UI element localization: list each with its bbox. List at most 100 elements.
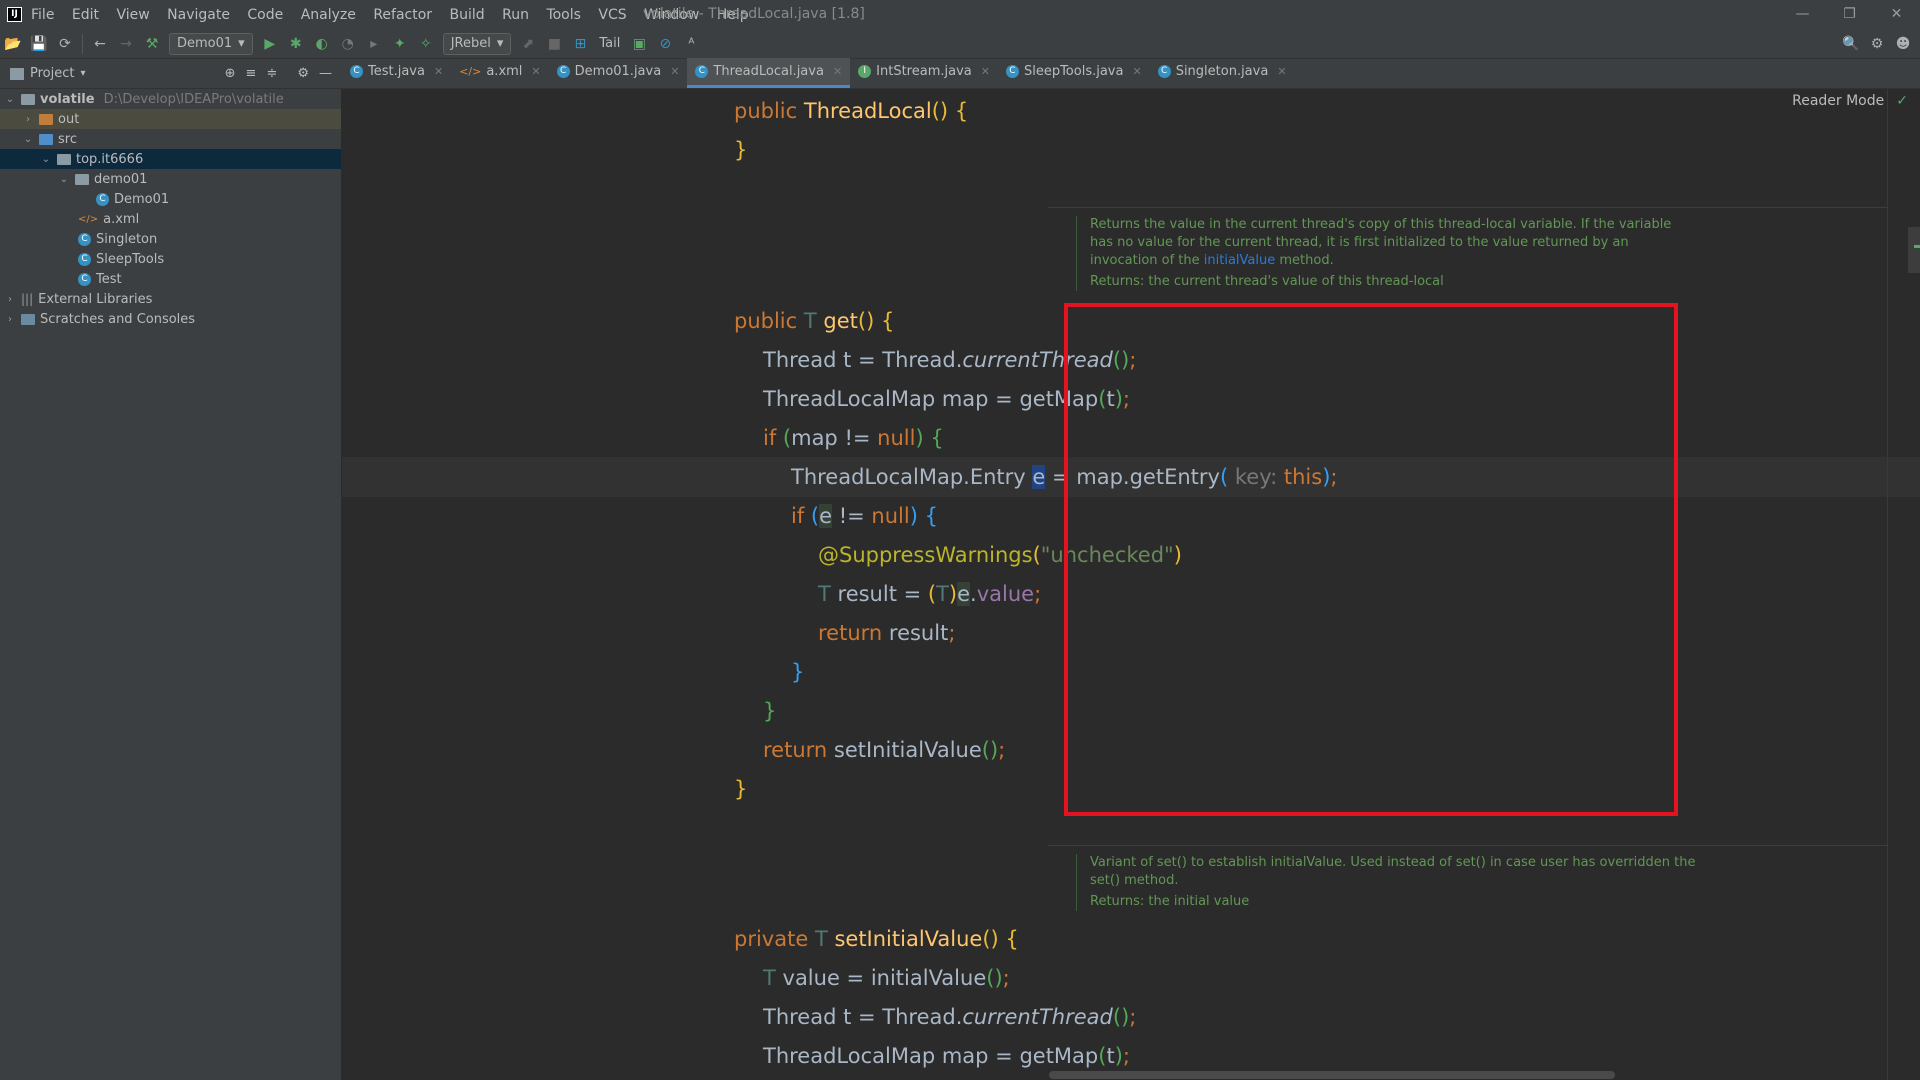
run-icon[interactable]: ▶ (259, 33, 281, 55)
tree-item-volatile[interactable]: ⌄ volatile D:\Develop\IDEAPro\volatile (0, 89, 341, 109)
chevron-right-icon[interactable]: › (4, 314, 16, 325)
back-icon[interactable]: ← (89, 33, 111, 55)
vertical-scrollbar[interactable] (1908, 227, 1920, 273)
menu-run[interactable]: Run (502, 7, 529, 23)
code-line: T value = initialValue(); (763, 966, 1010, 990)
forward-icon[interactable]: → (115, 33, 137, 55)
tree-item-out[interactable]: › out (0, 109, 341, 129)
search-icon[interactable]: 🔍 (1840, 33, 1862, 55)
sync-icon[interactable]: ⟳ (54, 33, 76, 55)
close-icon[interactable]: ✕ (670, 65, 679, 78)
menu-analyze[interactable]: Analyze (301, 7, 356, 23)
run-dropdown-icon[interactable]: ▸ (363, 33, 385, 55)
gear-icon[interactable]: ⚙ (297, 66, 309, 81)
chevron-right-icon[interactable]: › (4, 294, 16, 305)
close-icon[interactable]: ✕ (981, 65, 990, 78)
menu-tools[interactable]: Tools (546, 7, 581, 23)
code-line: if (map != null) { (763, 426, 944, 450)
tail-label[interactable]: Tail (599, 36, 620, 51)
folder-icon (39, 113, 53, 125)
tab-threadlocal-java[interactable]: C ThreadLocal.java ✕ (687, 58, 851, 88)
jrebel-debug-icon[interactable]: ✧ (415, 33, 437, 55)
code-line: T result = (T)e.value; (818, 582, 1042, 606)
expand-all-icon[interactable]: ≡ (246, 66, 257, 81)
settings-gear-icon[interactable]: ⚙ (1866, 33, 1888, 55)
minimize-button[interactable]: — (1779, 0, 1826, 29)
tree-item-scratches[interactable]: › Scratches and Consoles (0, 309, 341, 329)
run-config-select[interactable]: Demo01 ▾ (169, 32, 253, 55)
coverage-icon[interactable]: ◐ (311, 33, 333, 55)
tree-label: src (58, 131, 77, 147)
open-folder-icon[interactable]: 📂 (2, 33, 24, 55)
close-icon[interactable]: ✕ (531, 65, 540, 78)
user-icon[interactable]: ☻ (1892, 33, 1914, 55)
tab-label: Demo01.java (574, 64, 662, 79)
close-button[interactable]: ✕ (1873, 0, 1920, 29)
profile-icon[interactable]: ◔ (337, 33, 359, 55)
menu-build[interactable]: Build (450, 7, 485, 23)
tree-item-demo01[interactable]: ⌄ demo01 (0, 169, 341, 189)
tree-item-src[interactable]: ⌄ src (0, 129, 341, 149)
class-icon: C (350, 65, 363, 78)
code-line: private T setInitialValue() { (734, 927, 1019, 951)
window-title: volatile - ThreadLocal.java [1.8] (643, 6, 865, 22)
attach-debugger-icon[interactable]: ⊞ (569, 33, 591, 55)
tree-item-a-xml[interactable]: </> a.xml (0, 209, 341, 229)
chevron-down-icon[interactable]: ⌄ (40, 154, 52, 165)
menu-vcs[interactable]: VCS (598, 7, 626, 23)
tree-item-top-it6666[interactable]: ⌄ top.it6666 (0, 149, 341, 169)
tab-label: Test.java (368, 64, 425, 79)
close-icon[interactable]: ✕ (1277, 65, 1286, 78)
tree-item-sleeptools[interactable]: C SleepTools (0, 249, 341, 269)
debug-icon[interactable]: ✱ (285, 33, 307, 55)
chevron-down-icon[interactable]: ▾ (80, 68, 85, 79)
menu-view[interactable]: View (116, 7, 149, 23)
toolbar-divider (82, 33, 83, 54)
tab-singleton-java[interactable]: C Singleton.java ✕ (1150, 58, 1295, 88)
horizontal-scrollbar[interactable] (1049, 1071, 1615, 1079)
translate-icon[interactable]: ᴬ (680, 33, 702, 55)
tab-demo01-java[interactable]: C Demo01.java ✕ (549, 58, 688, 88)
tree-item-test[interactable]: C Test (0, 269, 341, 289)
doc-separator (1048, 207, 1888, 208)
locate-icon[interactable]: ⊕ (225, 66, 236, 81)
chevron-down-icon[interactable]: ⌄ (4, 94, 16, 105)
close-icon[interactable]: ✕ (833, 65, 842, 78)
collapse-all-icon[interactable]: ≑ (266, 66, 277, 81)
tab-test-java[interactable]: C Test.java ✕ (342, 58, 451, 88)
close-icon[interactable]: ✕ (434, 65, 443, 78)
stop-icon[interactable]: ■ (543, 33, 565, 55)
tree-item-demo01-class[interactable]: C Demo01 (0, 189, 341, 209)
menu-file[interactable]: File (31, 7, 54, 23)
no-entry-icon[interactable]: ⊘ (654, 33, 676, 55)
package-icon (75, 173, 89, 185)
tab-label: Singleton.java (1175, 64, 1269, 79)
tab-label: IntStream.java (876, 64, 972, 79)
tab-intstream-java[interactable]: I IntStream.java ✕ (850, 58, 998, 88)
jrebel-run-icon[interactable]: ✦ (389, 33, 411, 55)
module-folder-icon (21, 93, 35, 105)
menu-code[interactable]: Code (247, 7, 283, 23)
doc-link[interactable]: initialValue (1204, 253, 1275, 268)
build-hammer-icon[interactable]: ⚒ (141, 33, 163, 55)
tree-item-external-libraries[interactable]: › ||| External Libraries (0, 289, 341, 309)
chevron-down-icon[interactable]: ⌄ (22, 134, 34, 145)
save-icon[interactable]: 💾 (28, 33, 50, 55)
menu-refactor[interactable]: Refactor (373, 7, 432, 23)
project-title[interactable]: Project (30, 66, 74, 81)
monitor-icon[interactable]: ▣ (628, 33, 650, 55)
tree-item-singleton[interactable]: C Singleton (0, 229, 341, 249)
chevron-right-icon[interactable]: › (22, 114, 34, 125)
close-icon[interactable]: ✕ (1132, 65, 1141, 78)
hide-icon[interactable]: — (319, 66, 332, 81)
restore-button[interactable]: ❐ (1826, 0, 1873, 29)
menu-edit[interactable]: Edit (72, 7, 99, 23)
chevron-down-icon[interactable]: ⌄ (58, 174, 70, 185)
tab-a-xml[interactable]: </> a.xml ✕ (451, 58, 548, 88)
tab-sleeptools-java[interactable]: C SleepTools.java ✕ (998, 58, 1150, 88)
jrebel-select[interactable]: JRebel ▾ (442, 32, 512, 55)
menu-navigate[interactable]: Navigate (167, 7, 230, 23)
code-editor[interactable]: Reader Mode ✓ public ThreadLocal() { } Re… (342, 89, 1920, 1080)
reader-mode-toggle[interactable]: Reader Mode ✓ (1792, 93, 1908, 109)
update-icon[interactable]: ⬈ (517, 33, 539, 55)
